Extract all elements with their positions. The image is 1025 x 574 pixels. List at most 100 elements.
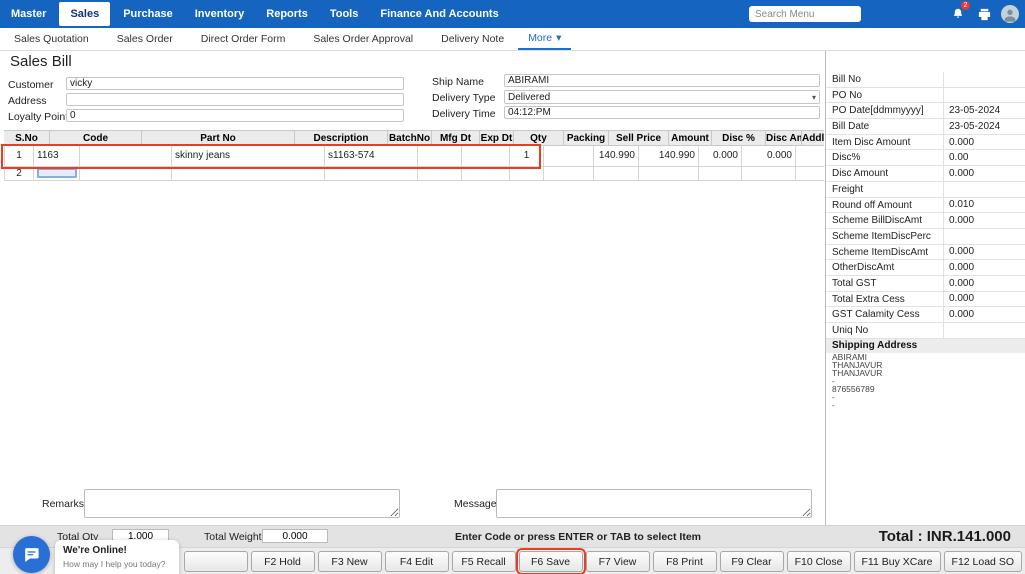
panel-field-row: Bill Date 23-05-2024 bbox=[826, 119, 1025, 135]
panel-field-label: PO No bbox=[826, 88, 944, 103]
top-nav-item[interactable]: Purchase bbox=[112, 0, 184, 28]
cell-exp-dt bbox=[462, 167, 510, 181]
fkey-button[interactable]: F4 Edit bbox=[385, 551, 449, 572]
customer-label: Customer bbox=[8, 79, 54, 91]
cell-exp-dt bbox=[462, 146, 510, 167]
panel-field-value[interactable]: 0.000 bbox=[944, 260, 1025, 275]
panel-field-label: Round off Amount bbox=[826, 198, 944, 213]
top-nav-items: MasterSalesPurchaseInventoryReportsTools… bbox=[0, 0, 510, 28]
sub-nav-item[interactable]: Delivery Note bbox=[427, 28, 518, 50]
print-button[interactable] bbox=[975, 5, 993, 23]
sub-nav-item[interactable]: Sales Order bbox=[103, 28, 187, 50]
total-weight-label: Total Weight bbox=[204, 531, 262, 543]
top-nav-item[interactable]: Reports bbox=[255, 0, 319, 28]
fkey-button[interactable]: F10 Close bbox=[787, 551, 851, 572]
fkey-button[interactable]: F7 View bbox=[586, 551, 650, 572]
panel-field-value[interactable]: 0.000 bbox=[944, 307, 1025, 322]
cell-disc-pct bbox=[699, 167, 742, 181]
fkey-button[interactable]: F9 Clear bbox=[720, 551, 784, 572]
address-label: Address bbox=[8, 95, 47, 107]
fkey-button[interactable]: F5 Recall bbox=[452, 551, 516, 572]
shipping-address-line: - bbox=[826, 393, 1025, 401]
panel-field-value[interactable]: 0.000 bbox=[944, 244, 1025, 259]
chat-launcher-button[interactable] bbox=[13, 536, 50, 573]
fkey-button[interactable]: F12 Load SO bbox=[944, 551, 1022, 572]
shipping-address-line: 876556789 bbox=[826, 385, 1025, 393]
sub-nav-item[interactable]: Sales Order Approval bbox=[299, 28, 427, 50]
table-header-cell: BatchNo bbox=[388, 130, 432, 146]
top-nav-item[interactable]: Sales bbox=[59, 2, 110, 26]
cell-part-no bbox=[80, 146, 172, 167]
panel-field-row: PO Date[ddmmyyyy] 23-05-2024 bbox=[826, 103, 1025, 119]
delivery-type-select[interactable]: Delivered ▾ bbox=[504, 90, 820, 104]
printer-icon bbox=[977, 7, 992, 22]
table-header-cell: S.No bbox=[4, 130, 50, 146]
delivery-time-input[interactable] bbox=[504, 106, 820, 119]
ship-name-input[interactable] bbox=[504, 74, 820, 87]
fkey-button[interactable]: F11 Buy XCare bbox=[854, 551, 941, 572]
panel-field-label: Scheme ItemDiscAmt bbox=[826, 245, 944, 260]
sub-nav-item[interactable]: Direct Order Form bbox=[187, 28, 300, 50]
fkey-button[interactable]: F8 Print bbox=[653, 551, 717, 572]
user-avatar[interactable] bbox=[1001, 5, 1019, 23]
item-code-input[interactable] bbox=[37, 168, 77, 178]
panel-field-row: Round off Amount 0.010 bbox=[826, 198, 1025, 214]
panel-field-value[interactable]: 23-05-2024 bbox=[944, 119, 1025, 134]
panel-field-value[interactable]: 0.000 bbox=[944, 291, 1025, 306]
cell-part-no bbox=[80, 167, 172, 181]
customer-input[interactable] bbox=[66, 77, 404, 90]
loyalty-point-input[interactable] bbox=[66, 109, 404, 122]
item-entry-hint: Enter Code or press ENTER or TAB to sele… bbox=[455, 531, 715, 543]
top-navbar: MasterSalesPurchaseInventoryReportsTools… bbox=[0, 0, 1025, 28]
fkey-button[interactable]: F6 Save bbox=[519, 551, 583, 572]
panel-fields: Bill No PO No PO Date[ddmmyyyy] 23-05-20… bbox=[826, 72, 1025, 339]
fkey-button[interactable] bbox=[184, 551, 248, 572]
panel-field-value[interactable]: 0.00 bbox=[944, 150, 1025, 165]
sub-nav-item[interactable]: Sales Quotation bbox=[0, 28, 103, 50]
fkey-button[interactable]: F2 Hold bbox=[251, 551, 315, 572]
panel-field-label: Scheme ItemDiscPerc bbox=[826, 229, 944, 244]
table-header-cell: Part No bbox=[142, 130, 295, 146]
panel-field-value[interactable]: 0.000 bbox=[944, 276, 1025, 291]
shipping-address-line: - bbox=[826, 401, 1025, 409]
top-nav-item[interactable]: Finance And Accounts bbox=[369, 0, 509, 28]
search-input[interactable] bbox=[749, 6, 861, 22]
panel-field-value[interactable]: 0.010 bbox=[944, 197, 1025, 212]
top-nav-item[interactable]: Master bbox=[0, 0, 57, 28]
person-icon bbox=[1002, 7, 1018, 23]
panel-field-row: OtherDiscAmt 0.000 bbox=[826, 260, 1025, 276]
cell-packing bbox=[544, 146, 594, 167]
total-weight-input[interactable] bbox=[262, 529, 328, 543]
panel-field-row: PO No bbox=[826, 88, 1025, 104]
panel-field-row: Disc% 0.00 bbox=[826, 150, 1025, 166]
sales-bill-app: MasterSalesPurchaseInventoryReportsTools… bbox=[0, 0, 1025, 574]
top-nav-item[interactable]: Tools bbox=[319, 0, 370, 28]
panel-field-label: Bill No bbox=[826, 72, 944, 87]
sub-nav-more[interactable]: More ▾ bbox=[518, 28, 571, 50]
panel-field-value[interactable]: 0.000 bbox=[944, 135, 1025, 150]
delivery-type-value: Delivered bbox=[508, 92, 550, 103]
cell-addl-tax bbox=[796, 146, 824, 167]
panel-field-value[interactable]: 0.000 bbox=[944, 213, 1025, 228]
message-textarea[interactable] bbox=[496, 489, 812, 518]
cell-disc-amount bbox=[742, 167, 796, 181]
panel-field-value[interactable]: 23-05-2024 bbox=[944, 103, 1025, 118]
panel-field-row: Scheme ItemDiscPerc bbox=[826, 229, 1025, 245]
table-header-cell: Exp Dt bbox=[480, 130, 514, 146]
chat-prompt-text: How may I help you today? bbox=[63, 559, 171, 569]
panel-field-value[interactable]: 0.000 bbox=[944, 166, 1025, 181]
remarks-label: Remarks bbox=[42, 498, 84, 510]
chevron-down-icon: ▾ bbox=[556, 28, 561, 48]
cell-qty: 1 bbox=[510, 146, 544, 167]
top-nav-item[interactable]: Inventory bbox=[184, 0, 256, 28]
chat-status-text: We're Online! bbox=[63, 545, 171, 556]
panel-field-label: Total Extra Cess bbox=[826, 292, 944, 307]
address-input[interactable] bbox=[66, 93, 404, 106]
fkey-button[interactable]: F3 New bbox=[318, 551, 382, 572]
notifications-button[interactable]: 2 bbox=[949, 5, 967, 23]
panel-field-label: Disc% bbox=[826, 150, 944, 165]
table-row: 2 bbox=[4, 167, 824, 181]
remarks-textarea[interactable] bbox=[84, 489, 400, 518]
panel-field-label: Bill Date bbox=[826, 119, 944, 134]
notification-badge: 2 bbox=[961, 1, 970, 10]
